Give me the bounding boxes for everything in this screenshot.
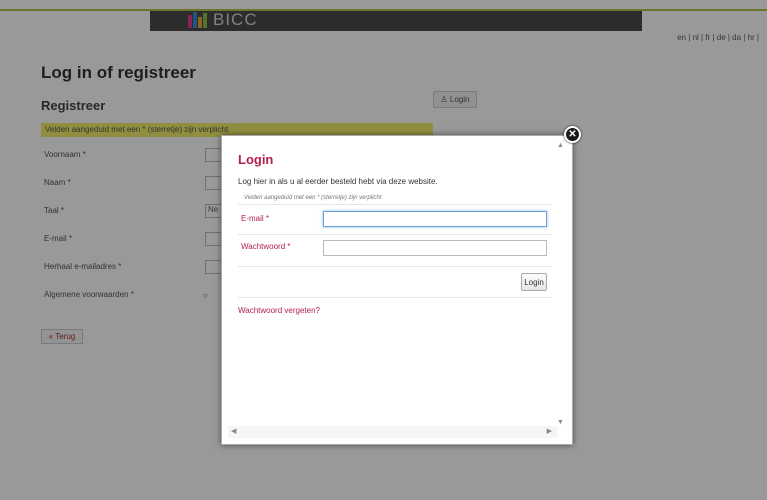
password-label: Wachtwoord * bbox=[241, 242, 291, 251]
close-icon[interactable]: ✕ bbox=[564, 126, 581, 143]
forgot-password-link[interactable]: Wachtwoord vergeten? bbox=[238, 306, 320, 315]
login-title: Login bbox=[238, 152, 274, 167]
login-required-note: Velden aangeduid met een * (sterretje) z… bbox=[244, 195, 382, 201]
login-submit-button[interactable]: Login bbox=[521, 273, 547, 291]
divider bbox=[238, 204, 552, 205]
email-input[interactable] bbox=[323, 211, 547, 227]
login-intro: Log hier in als u al eerder besteld hebt… bbox=[238, 177, 438, 186]
horizontal-scrollbar[interactable]: ◀ ▶ bbox=[228, 426, 558, 438]
divider bbox=[238, 234, 552, 235]
scroll-down-icon[interactable]: ▼ bbox=[557, 419, 564, 426]
divider bbox=[238, 266, 552, 267]
login-modal-content: Login Log hier in als u al eerder bestel… bbox=[228, 142, 558, 426]
password-input[interactable] bbox=[323, 240, 547, 256]
vertical-scrollbar[interactable]: ▲ ▼ bbox=[556, 142, 566, 426]
login-modal: Login Log hier in als u al eerder bestel… bbox=[221, 135, 573, 445]
scroll-left-icon[interactable]: ◀ bbox=[231, 427, 236, 435]
divider bbox=[238, 297, 552, 298]
scroll-up-icon[interactable]: ▲ bbox=[557, 142, 564, 149]
scroll-right-icon[interactable]: ▶ bbox=[547, 427, 552, 435]
email-label: E-mail * bbox=[241, 214, 270, 223]
